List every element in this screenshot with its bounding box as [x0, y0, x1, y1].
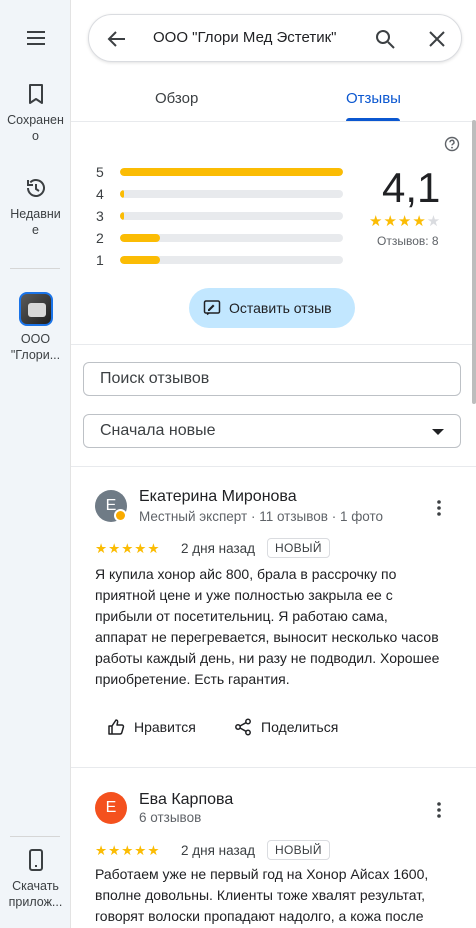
- thumb-up-icon: [108, 719, 125, 735]
- star-level-label: 5: [96, 164, 104, 180]
- recent-button[interactable]: Недавние: [0, 176, 71, 238]
- review-text: Работаем уже не первый год на Хонор Айса…: [95, 866, 429, 924]
- recent-label: Недавние: [10, 207, 61, 237]
- average-stars: ★★★★★: [369, 212, 441, 230]
- avatar[interactable]: E: [95, 490, 127, 522]
- review-search-input[interactable]: Поиск отзывов: [83, 362, 461, 396]
- divider: [71, 344, 476, 345]
- histogram-fill: [120, 234, 161, 242]
- histogram-row[interactable]: 2: [96, 230, 356, 246]
- star-level-label: 4: [96, 186, 104, 202]
- recent-place-item[interactable]: ООО "Глори...: [0, 292, 71, 363]
- write-review-button[interactable]: Оставить отзыв: [189, 288, 355, 328]
- star-level-label: 2: [96, 230, 104, 246]
- histogram-fill: [120, 168, 343, 176]
- active-tab-indicator: [346, 118, 400, 121]
- review-stars: ★★★★★: [95, 541, 161, 556]
- reviewer-meta[interactable]: Местный эксперт · 11 отзывов · 1 фото: [139, 509, 383, 524]
- histogram-row[interactable]: 1: [96, 252, 356, 268]
- histogram-fill: [120, 190, 125, 198]
- average-rating: 4,1: [382, 164, 441, 211]
- scrollbar[interactable]: [472, 120, 476, 404]
- divider: [71, 767, 476, 768]
- place-label: ООО "Глори...: [10, 332, 61, 362]
- histogram-fill: [120, 256, 161, 264]
- arrow-back-icon[interactable]: [105, 27, 129, 51]
- rail-divider: [10, 836, 60, 837]
- avatar-letter: E: [105, 799, 117, 816]
- empty-star: ★: [426, 213, 442, 230]
- histogram-bar: [120, 168, 343, 176]
- rail-divider: [10, 268, 60, 269]
- dropdown-arrow-icon: [432, 429, 444, 435]
- tab-overview[interactable]: Обзор: [155, 90, 198, 107]
- close-icon[interactable]: [425, 27, 449, 51]
- star-level-label: 1: [96, 252, 104, 268]
- write-review-label: Оставить отзыв: [229, 300, 332, 316]
- histogram-row[interactable]: 3: [96, 208, 356, 224]
- search-input[interactable]: ООО "Глори Мед Эстетик": [153, 29, 337, 46]
- share-label: Поделиться: [261, 719, 339, 735]
- histogram-fill: [120, 212, 125, 220]
- histogram-bar: [120, 256, 343, 264]
- rate-review-icon: [203, 300, 221, 316]
- menu-icon: [26, 31, 45, 45]
- like-label: Нравится: [134, 719, 196, 735]
- phone-icon: [28, 849, 43, 871]
- avatar[interactable]: E: [95, 792, 127, 824]
- review-count: Отзывов: 8: [377, 234, 439, 248]
- histogram-bar: [120, 190, 343, 198]
- local-guide-badge-icon: [114, 509, 127, 522]
- more-options-icon[interactable]: [431, 498, 447, 518]
- menu-button[interactable]: [0, 26, 71, 56]
- share-icon: [235, 718, 251, 736]
- reviewer-name[interactable]: Екатерина Миронова: [139, 488, 297, 506]
- download-label: Скачать прилож...: [8, 879, 63, 909]
- tab-bar: Обзор Отзывы: [71, 80, 476, 122]
- reviewer-name[interactable]: Ева Карпова: [139, 791, 233, 809]
- new-badge: НОВЫЙ: [267, 840, 330, 860]
- history-icon: [26, 179, 45, 197]
- place-panel: ООО "Глори Мед Эстетик" Обзор Отзывы 5 4 3…: [71, 0, 476, 928]
- place-thumbnail: [18, 292, 53, 326]
- review-date: 2 дня назад: [181, 541, 256, 556]
- filled-stars: ★★★★: [369, 213, 427, 230]
- divider: [71, 466, 476, 467]
- search-box[interactable]: ООО "Глори Мед Эстетик": [88, 14, 462, 62]
- search-icon[interactable]: [373, 27, 397, 51]
- sort-selected: Сначала новые: [100, 422, 216, 439]
- left-rail: Сохранено Недавние ООО "Глори... Скачать…: [0, 0, 71, 928]
- saved-label: Сохранено: [7, 113, 64, 143]
- saved-button[interactable]: Сохранено: [0, 82, 71, 144]
- review-stars: ★★★★★: [95, 843, 161, 858]
- histogram-row[interactable]: 5: [96, 164, 356, 180]
- star-level-label: 3: [96, 208, 104, 224]
- download-app-button[interactable]: Скачать прилож...: [0, 848, 71, 910]
- histogram-bar: [120, 234, 343, 242]
- review-text: Я купила хонор айс 800, брала в рассрочк…: [95, 566, 440, 687]
- new-badge: НОВЫЙ: [267, 538, 330, 558]
- reviewer-meta[interactable]: 6 отзывов: [139, 810, 201, 825]
- review-search-placeholder: Поиск отзывов: [100, 370, 210, 387]
- histogram-bar: [120, 212, 343, 220]
- more-options-icon[interactable]: [431, 800, 447, 820]
- histogram-row[interactable]: 4: [96, 186, 356, 202]
- sort-select[interactable]: Сначала новые: [83, 414, 461, 448]
- help-icon[interactable]: [444, 136, 460, 152]
- review-date: 2 дня назад: [181, 843, 256, 858]
- tab-reviews[interactable]: Отзывы: [346, 90, 401, 107]
- bookmark-icon: [28, 84, 43, 104]
